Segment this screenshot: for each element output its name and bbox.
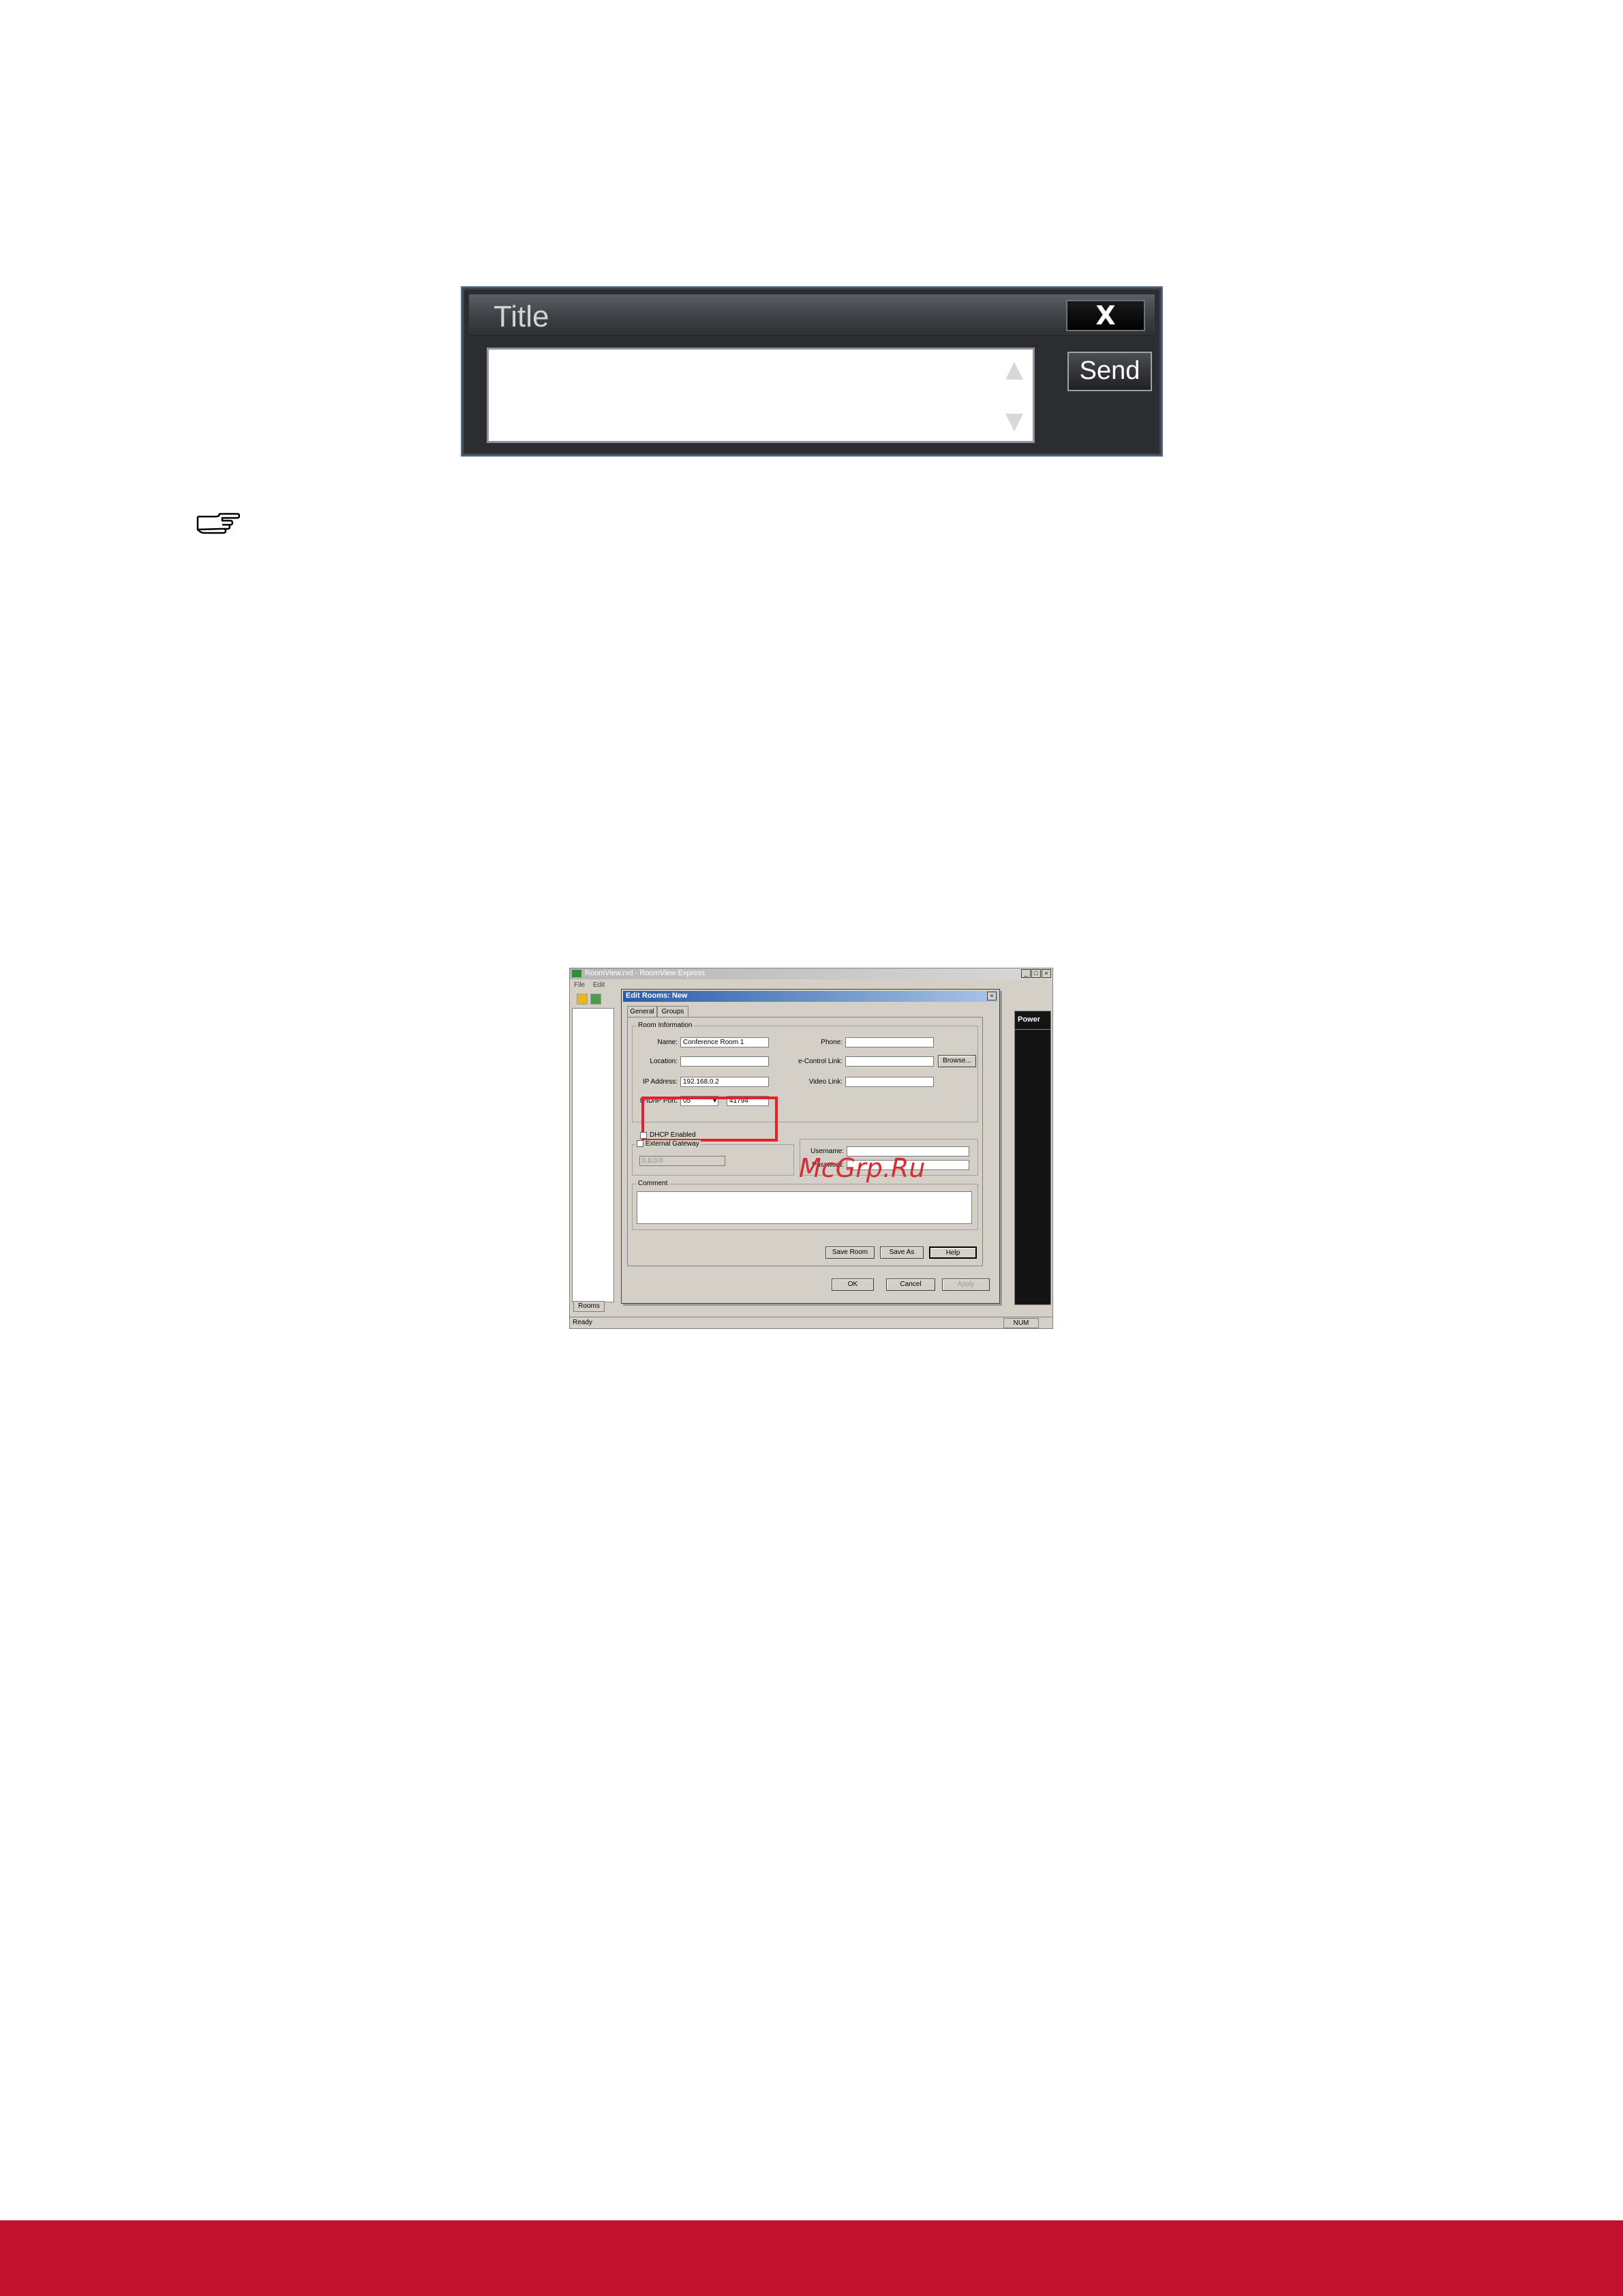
save-as-button[interactable]: Save As xyxy=(880,1246,924,1259)
apply-button[interactable]: Apply xyxy=(942,1279,990,1291)
gateway-label: External Gateway xyxy=(645,1140,699,1148)
gateway-group: External Gateway 0.0.0.0 xyxy=(632,1140,794,1176)
maximize-icon[interactable]: □ xyxy=(1031,969,1041,978)
external-gateway-option: External Gateway xyxy=(635,1140,701,1148)
watermark: McGrp.Ru xyxy=(799,1153,926,1183)
save-room-button[interactable]: Save Room xyxy=(825,1246,875,1259)
minimize-icon[interactable]: _ xyxy=(1021,969,1031,978)
name-field[interactable]: Conference Room 1 xyxy=(680,1037,769,1047)
num-lock-indicator: NUM xyxy=(1003,1318,1039,1328)
footer-band xyxy=(0,2220,1623,2296)
tab-groups[interactable]: Groups xyxy=(657,1006,688,1017)
tab-rooms[interactable]: Rooms xyxy=(573,1301,605,1312)
location-label: Location: xyxy=(650,1058,678,1065)
location-field[interactable] xyxy=(680,1056,769,1067)
general-tab-panel: Room Information Name: Conference Room 1… xyxy=(627,1017,983,1266)
app-icon xyxy=(572,970,581,977)
comment-field[interactable] xyxy=(637,1191,972,1224)
dialog-title: Edit Rooms: New xyxy=(626,992,688,1000)
name-label: Name: xyxy=(657,1039,678,1046)
dhcp-checkbox[interactable] xyxy=(640,1132,647,1139)
edit-rooms-dialog: Edit Rooms: New × General Groups Room In… xyxy=(621,989,1000,1304)
room-list-pane[interactable]: Power xyxy=(1014,1011,1051,1305)
window-title: RoomView.rvd - RoomView Express xyxy=(585,969,706,977)
dhcp-label: DHCP Enabled xyxy=(650,1131,696,1139)
gateway-checkbox[interactable] xyxy=(637,1140,643,1148)
gateway-field[interactable]: 0.0.0.0 xyxy=(639,1156,725,1166)
cancel-button[interactable]: Cancel xyxy=(886,1279,935,1291)
ip-address-label: IP Address: xyxy=(643,1078,678,1086)
ok-button[interactable]: OK xyxy=(832,1279,874,1291)
video-link-label: Video Link: xyxy=(808,1078,843,1086)
menu-edit[interactable]: Edit xyxy=(593,981,605,989)
scroll-down-icon[interactable] xyxy=(1005,414,1023,431)
scroll-up-icon[interactable] xyxy=(1005,362,1023,380)
room-information-legend: Room Information xyxy=(637,1022,694,1029)
phone-field[interactable] xyxy=(845,1037,934,1047)
econtrol-link-field[interactable] xyxy=(845,1056,934,1067)
dialog-close-icon[interactable]: × xyxy=(987,992,997,1000)
send-button[interactable]: Send xyxy=(1067,352,1152,391)
menu-file[interactable]: File xyxy=(574,981,585,989)
ip-address-field[interactable]: 192.168.0.2 xyxy=(680,1077,769,1087)
status-text: Ready xyxy=(573,1319,592,1326)
message-title-bar: Title X xyxy=(469,294,1155,336)
tab-general[interactable]: General xyxy=(627,1006,657,1017)
close-button[interactable]: X xyxy=(1066,300,1145,331)
message-input[interactable] xyxy=(487,348,1035,443)
window-title-bar: RoomView.rvd - RoomView Express _ □ × xyxy=(570,968,1052,979)
help-button[interactable]: Help xyxy=(929,1246,977,1259)
comment-legend: Comment xyxy=(637,1180,669,1187)
rooms-tree[interactable] xyxy=(572,1008,614,1302)
message-widget: Title X Send xyxy=(461,286,1163,457)
phone-label: Phone: xyxy=(821,1039,843,1046)
econtrol-link-label: e-Control Link: xyxy=(798,1058,843,1065)
room-icon[interactable] xyxy=(590,994,601,1005)
message-title: Title xyxy=(494,300,549,333)
browse-button[interactable]: Browse... xyxy=(938,1055,976,1067)
comment-group: Comment xyxy=(632,1180,978,1230)
video-link-field[interactable] xyxy=(845,1077,934,1087)
roomview-screenshot: RoomView.rvd - RoomView Express _ □ × Fi… xyxy=(569,968,1053,1329)
pointing-hand-icon xyxy=(196,512,240,534)
status-bar: Ready NUM xyxy=(570,1317,1052,1328)
open-folder-icon[interactable] xyxy=(577,994,588,1005)
power-column-header[interactable]: Power xyxy=(1015,1011,1050,1030)
dialog-title-bar: Edit Rooms: New × xyxy=(623,991,998,1002)
close-icon[interactable]: × xyxy=(1042,969,1051,978)
